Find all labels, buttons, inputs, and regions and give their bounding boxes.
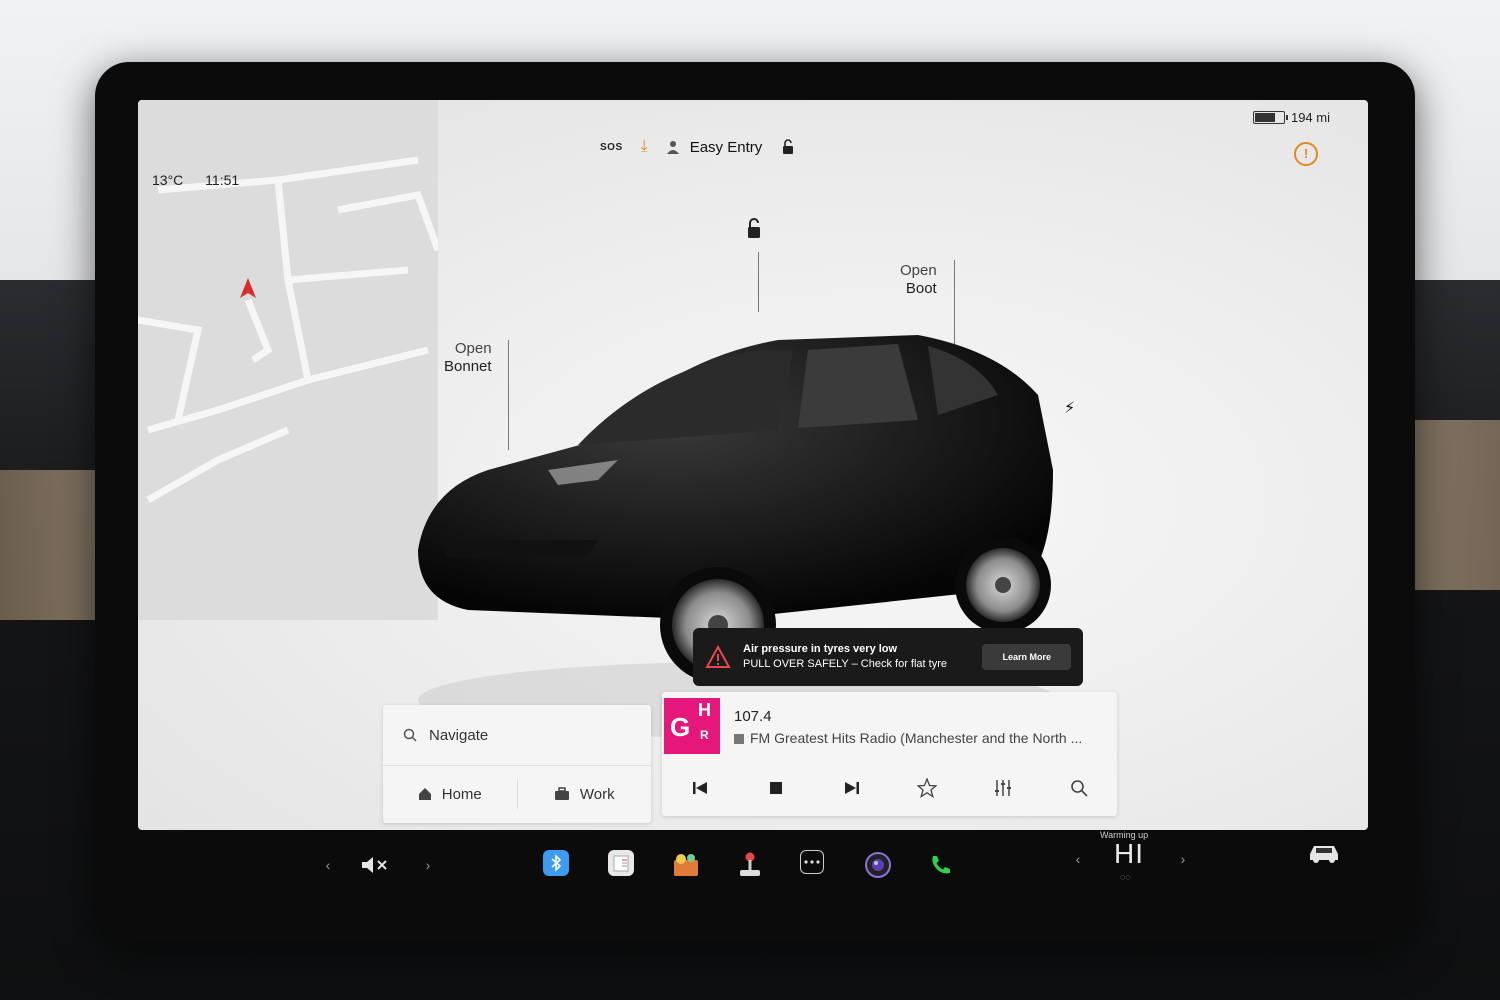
lock-leader-line	[758, 252, 759, 312]
home-icon	[418, 788, 431, 800]
skip-forward-icon	[844, 782, 859, 794]
search-icon	[403, 728, 417, 742]
door-lock-icon[interactable]	[744, 218, 764, 240]
media-controls	[662, 768, 1117, 808]
open-boot-button[interactable]: Open Boot	[900, 262, 937, 298]
climate-temperature[interactable]: HI	[1114, 838, 1144, 870]
volume-up-button[interactable]: ›	[413, 850, 443, 880]
person-icon	[666, 141, 679, 154]
camera-lens-icon	[865, 852, 891, 878]
previous-button[interactable]	[680, 768, 720, 808]
sos-button[interactable]: SOS	[600, 142, 623, 153]
camera-app[interactable]	[863, 850, 893, 880]
fm-icon	[734, 734, 744, 745]
calendar-app[interactable]	[608, 850, 634, 876]
boot-action: Open	[900, 262, 937, 279]
home-label: Home	[441, 785, 482, 803]
profile-button[interactable]: Easy Entry	[666, 138, 763, 156]
download-icon[interactable]: ⤓	[641, 138, 648, 156]
unlocked-icon[interactable]	[780, 139, 796, 155]
tpms-warning-icon[interactable]: !	[1294, 142, 1318, 166]
bottom-dock: ‹ › ‹ Warming up HI ◌◌ ›	[138, 830, 1368, 910]
radio-frequency: 107.4	[734, 708, 772, 725]
chevron-left-icon: ‹	[1075, 851, 1081, 867]
temp-down-button[interactable]: ‹	[1063, 844, 1093, 874]
navigate-search[interactable]: Navigate	[383, 705, 651, 766]
toybox-app[interactable]	[671, 850, 701, 880]
temp-up-button[interactable]: ›	[1168, 844, 1198, 874]
toybox-icon	[674, 854, 698, 876]
work-button[interactable]: Work	[518, 765, 652, 823]
equalizer-button[interactable]	[983, 768, 1023, 808]
range-value: 194 mi	[1290, 110, 1330, 125]
status-bar-center: SOS ⤓ Easy Entry	[600, 138, 796, 156]
equalizer-icon	[995, 780, 1012, 796]
work-label: Work	[579, 785, 615, 803]
joystick-icon	[740, 852, 760, 876]
charge-port-icon[interactable]: ⚡	[1064, 398, 1075, 418]
outside-temperature: 13°C	[152, 172, 184, 188]
navigation-card: Navigate Home Work	[383, 705, 651, 823]
star-icon	[917, 778, 938, 798]
clock: 11:51	[205, 172, 240, 188]
battery-icon	[1252, 111, 1288, 124]
profile-name: Easy Entry	[689, 138, 763, 156]
speaker-muted-icon	[362, 857, 387, 873]
phone-icon	[932, 856, 950, 874]
arcade-app[interactable]	[735, 850, 765, 880]
briefcase-icon	[554, 787, 569, 800]
next-button[interactable]	[832, 768, 872, 808]
station-logo: GHR	[664, 698, 720, 754]
station-name: FM Greatest Hits Radio (Manchester and t…	[734, 730, 1114, 746]
seat-heater-icon: ◌◌	[1120, 872, 1131, 882]
stop-button[interactable]	[756, 768, 796, 808]
navigate-label: Navigate	[429, 726, 489, 744]
alert-message: PULL OVER SAFELY – Check for flat tyre	[743, 658, 947, 670]
bluetooth-icon	[551, 854, 562, 872]
bluetooth-app[interactable]	[543, 850, 569, 876]
warning-triangle-icon	[705, 645, 731, 668]
mute-button[interactable]	[360, 850, 390, 880]
stop-icon	[769, 782, 782, 794]
search-icon	[1071, 780, 1088, 797]
skip-back-icon	[692, 782, 707, 794]
more-apps-button[interactable]	[800, 850, 824, 874]
boot-label: Boot	[905, 280, 937, 297]
chevron-right-icon: ›	[425, 857, 431, 873]
dashboard-trim-left	[0, 470, 110, 620]
calendar-icon	[613, 855, 629, 872]
battery-range: 194 mi	[1252, 110, 1330, 125]
tyre-pressure-alert: Air pressure in tyres very low PULL OVER…	[693, 628, 1083, 686]
media-search-button[interactable]	[1059, 768, 1099, 808]
favorite-button[interactable]	[907, 768, 947, 808]
alert-title: Air pressure in tyres very low	[743, 643, 898, 655]
chevron-left-icon: ‹	[325, 857, 331, 873]
learn-more-button[interactable]: Learn More	[982, 644, 1071, 670]
car-controls-button[interactable]	[1306, 838, 1342, 868]
chevron-right-icon: ›	[1180, 851, 1186, 867]
status-bar-left: 13°C 11:51	[152, 172, 257, 188]
volume-down-button[interactable]: ‹	[313, 850, 343, 880]
station-name-text: FM Greatest Hits Radio (Manchester and t…	[750, 730, 1083, 746]
car-icon	[1310, 846, 1338, 863]
touchscreen: 13°C 11:51 SOS ⤓ Easy Entry 194 mi ! Ope…	[138, 100, 1368, 830]
phone-app[interactable]	[926, 850, 956, 880]
media-player-card: GHR 107.4 FM Greatest Hits Radio (Manche…	[662, 692, 1117, 816]
more-dots-icon	[804, 860, 820, 864]
home-button[interactable]: Home	[383, 765, 517, 823]
